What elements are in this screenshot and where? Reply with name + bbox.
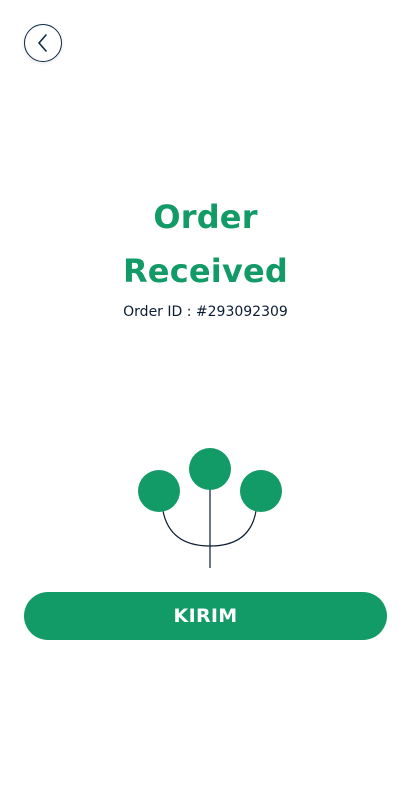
- title-line-order: Order: [153, 198, 258, 236]
- tree-icon: [138, 448, 282, 568]
- order-id: Order ID : #293092309: [123, 304, 288, 320]
- chevron-left-icon: [38, 34, 47, 52]
- page-title: Order Received: [0, 190, 411, 298]
- kirim-button-label: KIRIM: [173, 605, 238, 627]
- kirim-button[interactable]: KIRIM: [24, 592, 387, 640]
- title-line-received: Received: [122, 252, 289, 290]
- back-button[interactable]: [24, 24, 62, 62]
